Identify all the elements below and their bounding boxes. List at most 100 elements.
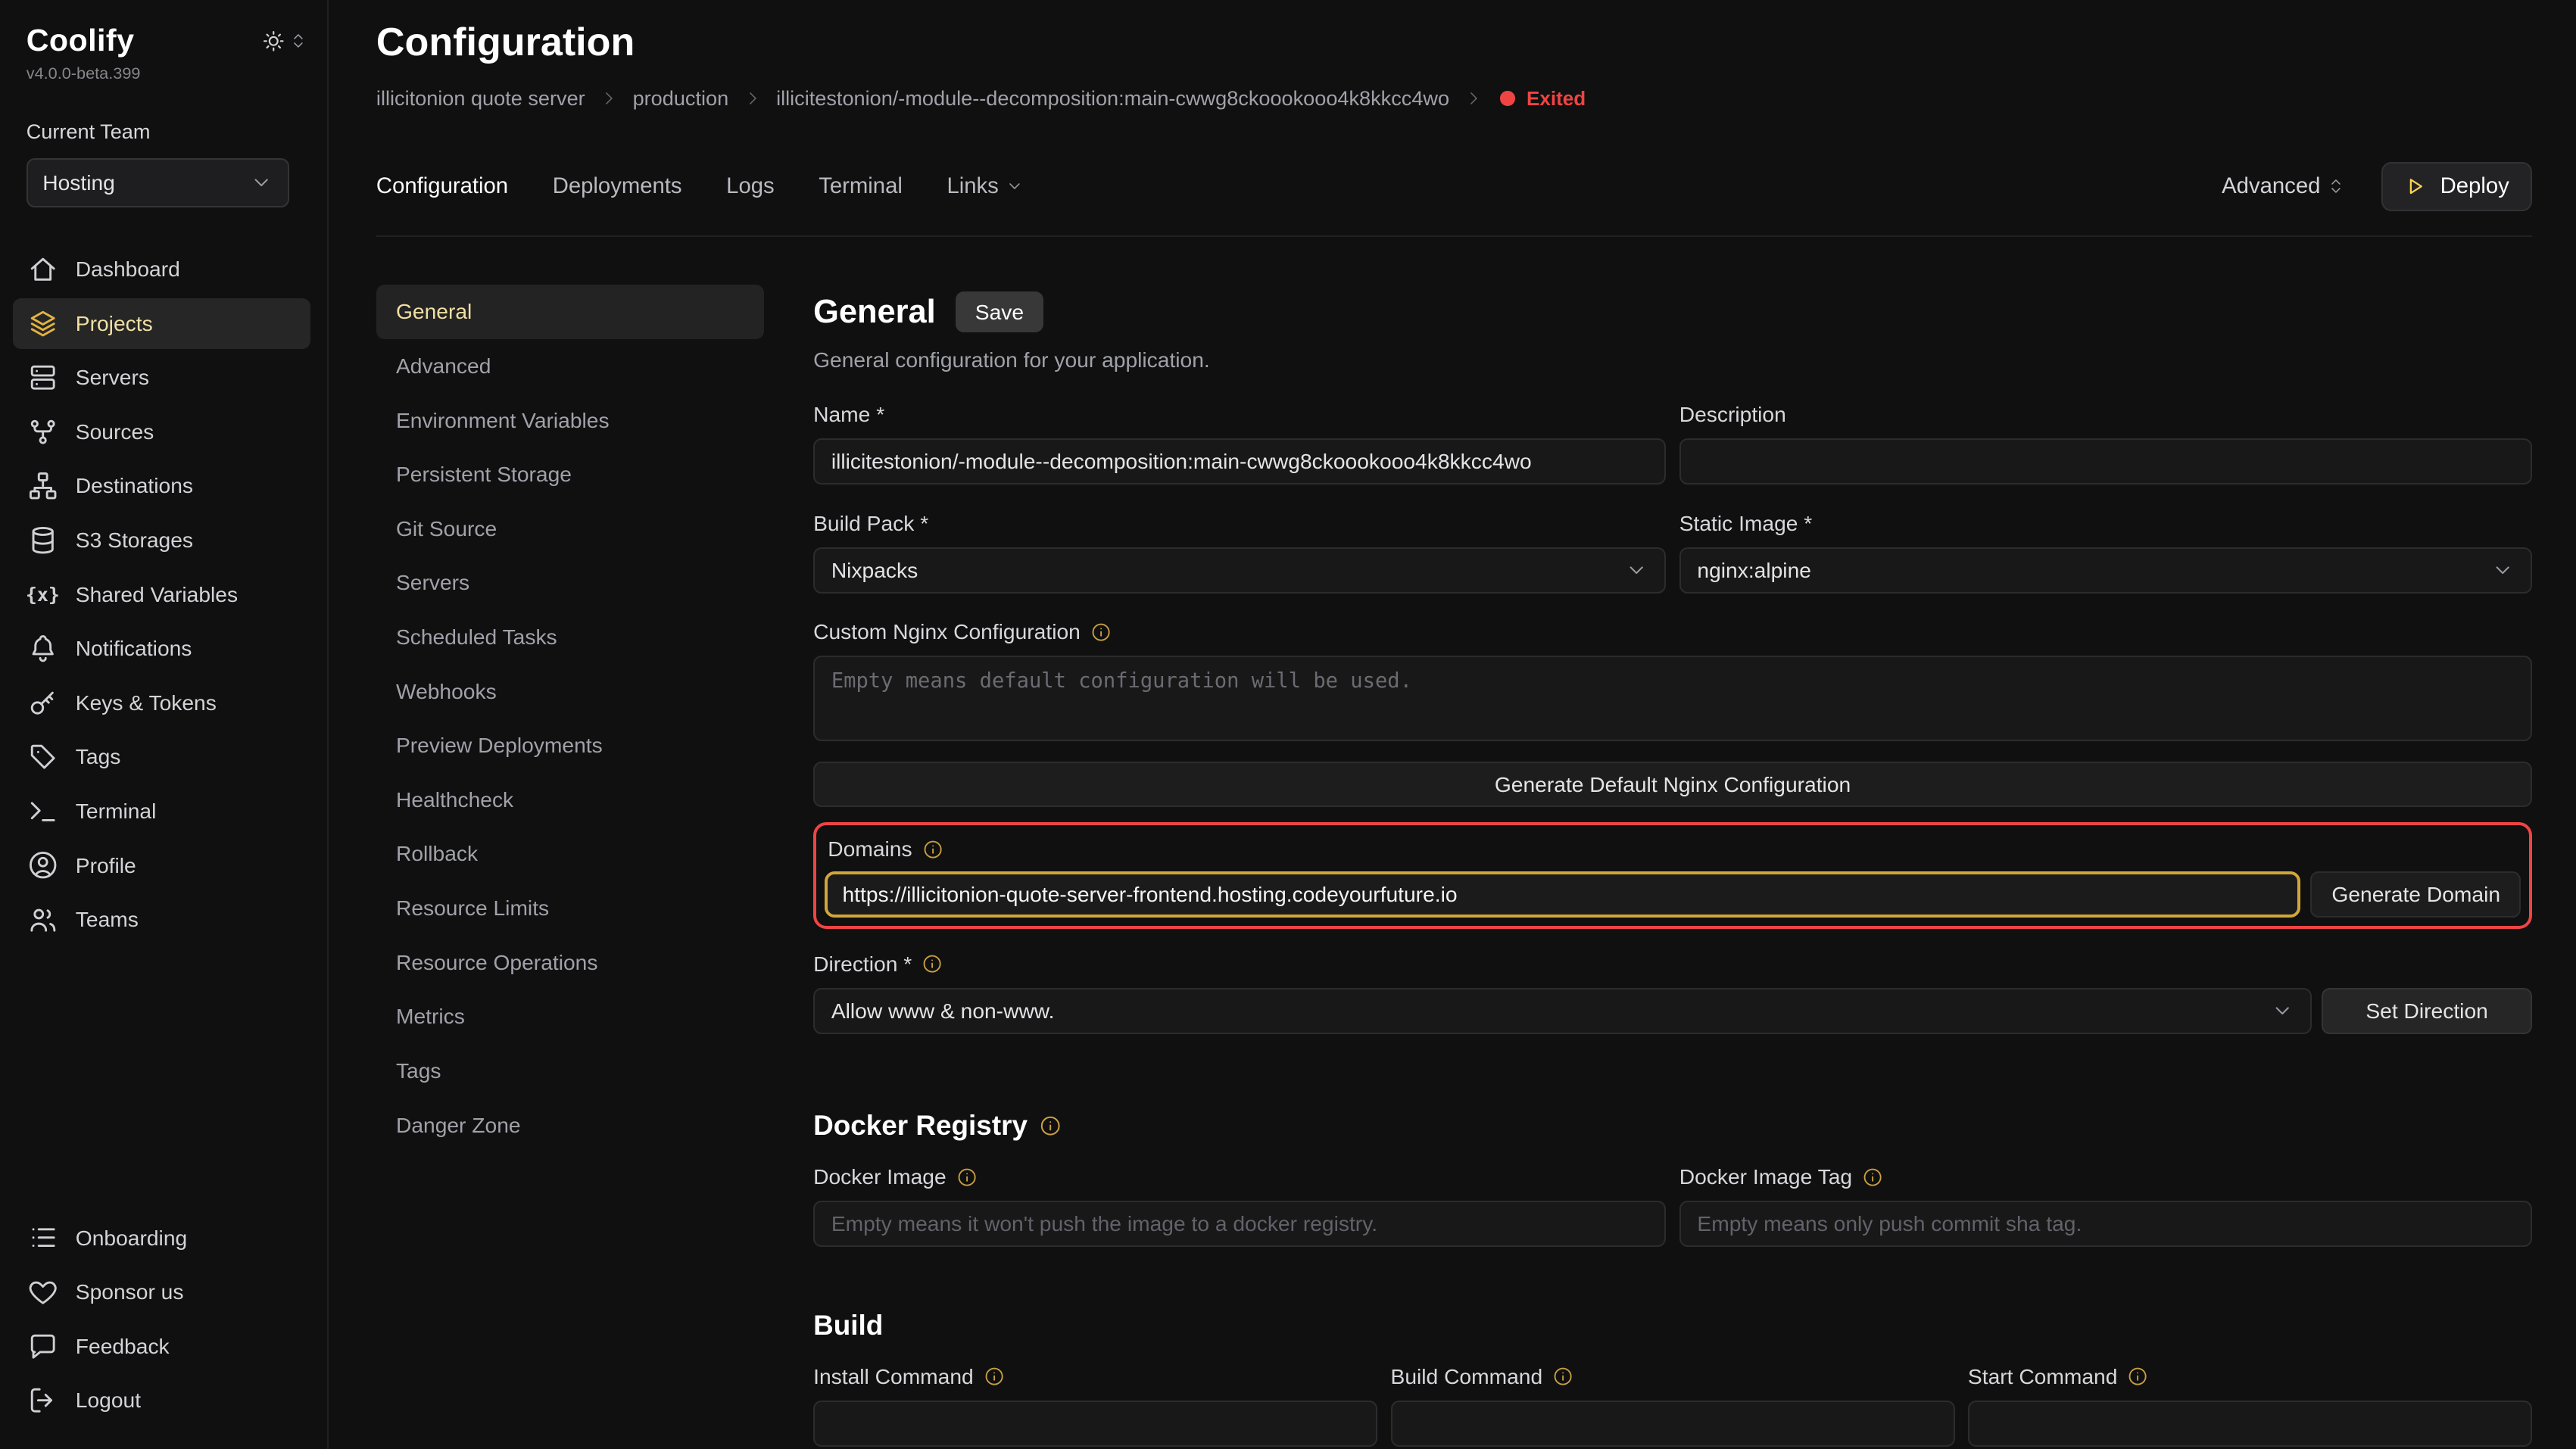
team-select[interactable]: Hosting [27,158,289,207]
sidebar-item-notifications[interactable]: Notifications [13,623,310,674]
tag-icon [27,740,59,773]
sidebar-item-projects[interactable]: Projects [13,298,310,349]
subnav-item-servers[interactable]: Servers [376,556,764,610]
sidebar-item-teams[interactable]: Teams [13,894,310,945]
subnav-item-scheduled-tasks[interactable]: Scheduled Tasks [376,610,764,665]
static-image-select[interactable]: nginx:alpine [1679,547,2532,594]
breadcrumb-project[interactable]: illicitonion quote server [376,86,585,111]
app-root: Coolify v4.0.0-beta.399 Current Team Hos… [0,0,2576,1449]
sidebar-item-sources[interactable]: Sources [13,407,310,457]
start-command-input[interactable] [1968,1401,2532,1447]
terminal-icon [27,795,59,827]
heart-icon [27,1276,59,1308]
app-logo[interactable]: Coolify [27,23,135,58]
deploy-button[interactable]: Deploy [2381,162,2532,211]
variable-icon: {x} [27,578,59,610]
sidebar-item-destinations[interactable]: Destinations [13,460,310,511]
subnav-item-resource-operations[interactable]: Resource Operations [376,935,764,989]
subnav-item-tags[interactable]: Tags [376,1044,764,1098]
generate-nginx-button[interactable]: Generate Default Nginx Configuration [813,762,2532,808]
network-icon [27,469,59,502]
subnav-item-danger-zone[interactable]: Danger Zone [376,1098,764,1152]
docker-image-tag-input[interactable] [1679,1201,2532,1247]
subnav-item-rollback[interactable]: Rollback [376,827,764,881]
advanced-toggle[interactable]: Advanced [2222,173,2345,199]
custom-nginx-textarea[interactable] [813,656,2532,741]
section-title-build: Build [813,1310,2532,1341]
sidebar-item-keys-tokens[interactable]: Keys & Tokens [13,678,310,728]
info-icon[interactable] [956,1167,978,1188]
description-label: Description [1679,402,2532,427]
build-pack-select[interactable]: Nixpacks [813,547,1666,594]
sidebar-item-dashboard[interactable]: Dashboard [13,244,310,294]
set-direction-button[interactable]: Set Direction [2322,988,2532,1034]
info-icon[interactable] [922,839,943,860]
sidebar-item-logout[interactable]: Logout [13,1375,310,1426]
save-button[interactable]: Save [956,291,1043,333]
tab-configuration[interactable]: Configuration [376,173,508,199]
sidebar-nav: Dashboard Projects Servers Sources Desti… [13,244,310,945]
sidebar-item-shared-variables[interactable]: {x} Shared Variables [13,569,310,620]
info-icon[interactable] [1039,1114,1062,1137]
description-input[interactable] [1679,438,2532,485]
subnav-item-general[interactable]: General [376,285,764,339]
build-command-input[interactable] [1391,1401,1955,1447]
message-icon [27,1330,59,1363]
subnav-item-git-source[interactable]: Git Source [376,502,764,556]
subnav-item-metrics[interactable]: Metrics [376,989,764,1044]
subnav-item-healthcheck[interactable]: Healthcheck [376,773,764,827]
domains-input[interactable] [825,871,2300,918]
status-badge: Exited [1500,87,1586,111]
docker-image-tag-label: Docker Image Tag [1679,1164,2532,1189]
subnav-item-preview-deployments[interactable]: Preview Deployments [376,718,764,773]
docker-image-input[interactable] [813,1201,1666,1247]
layers-icon [27,307,59,339]
subnav-item-persistent-storage[interactable]: Persistent Storage [376,447,764,502]
sidebar-item-sponsor[interactable]: Sponsor us [13,1267,310,1317]
tab-actions: Advanced Deploy [2222,162,2532,211]
info-icon[interactable] [1090,622,1112,643]
name-input[interactable] [813,438,1666,485]
info-icon[interactable] [1862,1167,1883,1188]
direction-select[interactable]: Allow www & non-www. [813,988,2312,1034]
build-command-label: Build Command [1391,1364,1955,1389]
subnav-item-webhooks[interactable]: Webhooks [376,664,764,718]
key-icon [27,687,59,719]
sidebar-item-s3-storages[interactable]: S3 Storages [13,515,310,566]
info-icon[interactable] [2127,1366,2148,1387]
install-command-input[interactable] [813,1401,1377,1447]
sidebar-item-servers[interactable]: Servers [13,352,310,403]
generate-domain-button[interactable]: Generate Domain [2310,871,2521,918]
subnav-item-environment-variables[interactable]: Environment Variables [376,393,764,447]
info-icon[interactable] [1552,1366,1573,1387]
sidebar-item-feedback[interactable]: Feedback [13,1321,310,1372]
server-icon [27,361,59,394]
general-form: General Save General configuration for y… [813,285,2532,1449]
tab-links[interactable]: Links [947,173,1023,199]
users-icon [27,903,59,936]
subnav-item-resource-limits[interactable]: Resource Limits [376,881,764,936]
docker-image-label: Docker Image [813,1164,1666,1189]
info-icon[interactable] [922,953,943,974]
sidebar-item-onboarding[interactable]: Onboarding [13,1213,310,1264]
tab-terminal[interactable]: Terminal [819,173,903,199]
page-title: Configuration [376,20,2532,65]
section-title-general: General [813,294,936,331]
breadcrumb-application[interactable]: illicitestonion/-module--decomposition:m… [776,86,1449,111]
info-icon[interactable] [984,1366,1005,1387]
tab-deployments[interactable]: Deployments [553,173,682,199]
sidebar-item-terminal[interactable]: Terminal [13,786,310,837]
chevron-down-icon [2271,999,2294,1022]
sidebar-item-profile[interactable]: Profile [13,840,310,890]
user-circle-icon [27,849,59,881]
theme-toggle[interactable] [261,29,307,54]
subnav-item-advanced[interactable]: Advanced [376,339,764,394]
chevron-updown-icon [289,32,307,50]
breadcrumb-environment[interactable]: production [633,86,729,111]
sidebar-item-tags[interactable]: Tags [13,731,310,782]
status-dot-icon [1500,91,1515,106]
build-pack-label: Build Pack * [813,511,1666,536]
domains-highlight-box: Domains Generate Domain [813,822,2532,929]
sun-icon [261,29,286,54]
tab-logs[interactable]: Logs [726,173,775,199]
